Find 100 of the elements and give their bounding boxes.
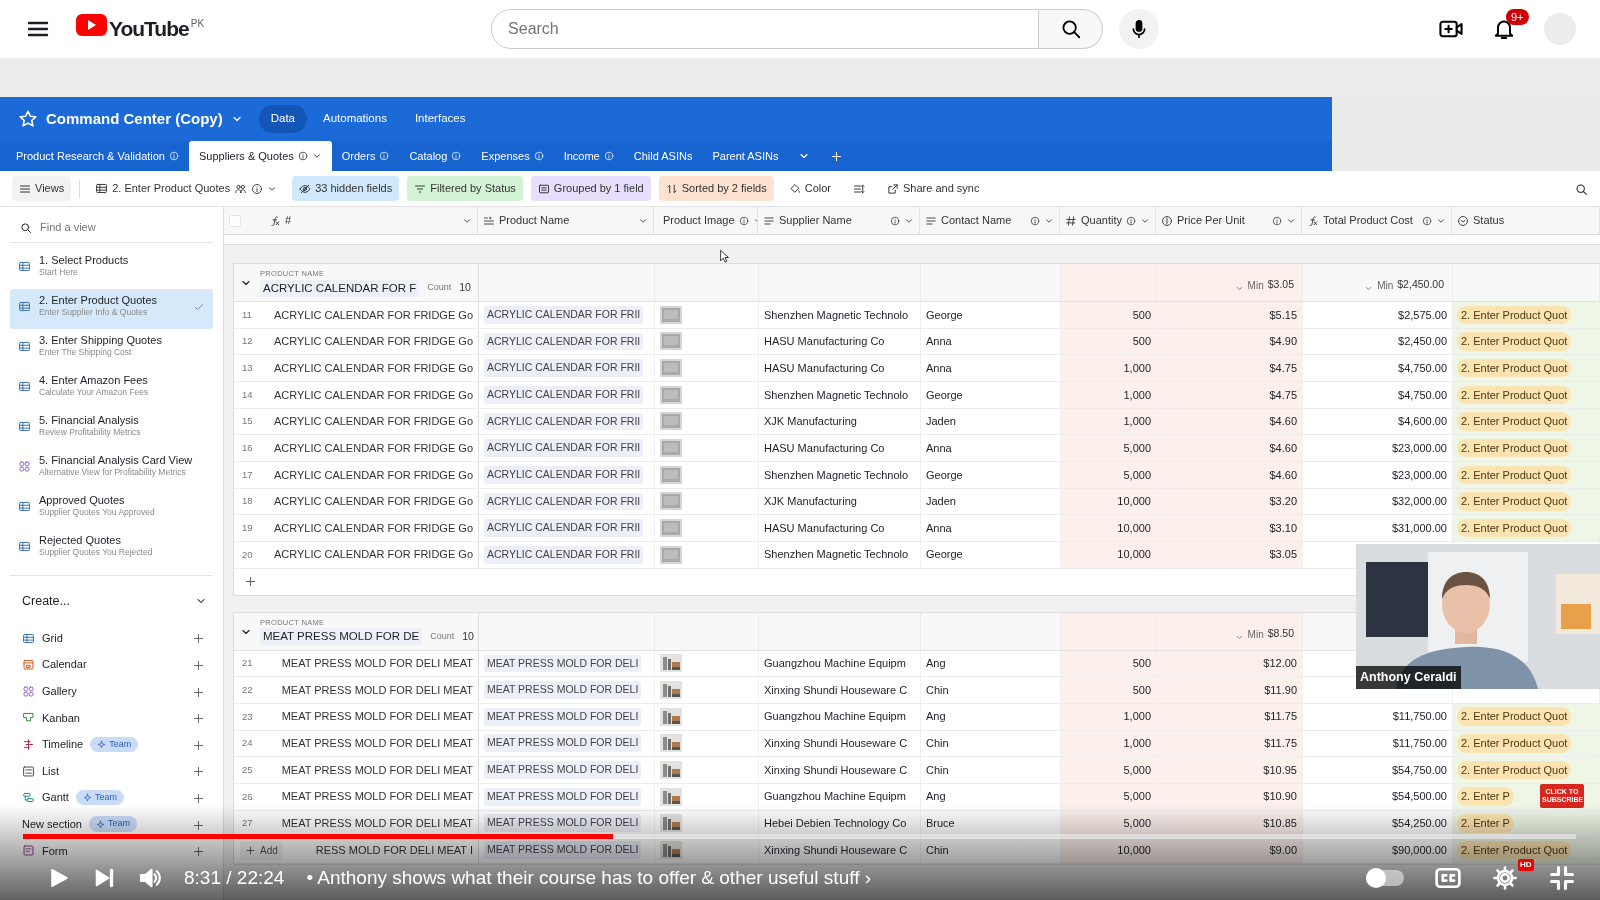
view-name-button[interactable]: 2. Enter Product Quotes: [88, 176, 285, 201]
create-option[interactable]: Kanban: [42, 709, 80, 727]
nav-tab[interactable]: Data: [258, 105, 307, 133]
create-option[interactable]: New section: [22, 815, 82, 833]
logo-text[interactable]: YouTube: [109, 14, 189, 44]
create-heading[interactable]: Create...: [22, 592, 70, 611]
table-cell-text: $90,000.00: [1391, 842, 1447, 858]
linked-record-chip[interactable]: ACRYLIC CALENDAR FOR FRII: [484, 305, 644, 324]
table-tab[interactable]: Orders: [331, 141, 400, 171]
create-option[interactable]: Calendar: [42, 656, 87, 673]
view-subtitle: Enter The Shipping Cost: [39, 347, 133, 358]
table-cell: MEAT PRESS MOLD FOR DELI MEAT: [281, 737, 473, 750]
base-title[interactable]: Command Center (Copy): [46, 107, 223, 131]
linked-record-chip[interactable]: ACRYLIC CALENDAR FOR FRII: [484, 332, 644, 351]
chapter-button[interactable]: • Anthony shows what their course has to offer & other useful stuff ›: [306, 863, 872, 893]
sort-button[interactable]: Sorted by 2 fields: [658, 176, 774, 201]
count-label: Count: [430, 629, 455, 643]
view-item[interactable]: 2. Enter Product Quotes Enter Supplier Info & Quotes: [10, 289, 213, 329]
table-tab[interactable]: Product Research & Validation: [6, 141, 189, 171]
table-cell: MEAT PRESS MOLD FOR DELI MEAT: [281, 683, 473, 696]
create-option[interactable]: Form: [42, 842, 68, 860]
view-item[interactable]: Rejected Quotes Supplier Quotes You Rejected: [10, 529, 213, 569]
view-item[interactable]: 1. Select Products Start Here: [10, 249, 213, 289]
linked-record-chip[interactable]: ACRYLIC CALENDAR FOR FRII: [484, 465, 644, 484]
status-tag: 2. Enter P: [1457, 787, 1514, 806]
linked-record-chip[interactable]: MEAT PRESS MOLD FOR DELI: [484, 681, 642, 699]
table-cell-text: HASU Manufacturing Co: [764, 520, 885, 536]
linked-record-chip[interactable]: MEAT PRESS MOLD FOR DELI: [484, 654, 642, 673]
linked-record-chip[interactable]: MEAT PRESS MOLD FOR DELI: [484, 841, 642, 859]
status-tag: 2. Enter Product Quot: [1457, 734, 1572, 753]
table-cell-text: Ang: [926, 789, 946, 805]
linked-record-chip[interactable]: ACRYLIC CALENDAR FOR FRII: [484, 359, 644, 377]
status-tag: 2. Enter Product Quot: [1457, 358, 1572, 378]
linked-record-chip[interactable]: ACRYLIC CALENDAR FOR FRII: [484, 439, 644, 457]
find-view-field[interactable]: Find a view: [38, 218, 188, 237]
create-option[interactable]: Grid: [42, 629, 63, 647]
create-option[interactable]: Gantt: [42, 789, 69, 806]
table-tab[interactable]: Expenses: [471, 141, 554, 171]
linked-record-chip[interactable]: MEAT PRESS MOLD FOR DELI: [484, 814, 642, 833]
table-cell-text: $32,000.00: [1391, 494, 1447, 510]
views-button[interactable]: Views: [12, 176, 72, 201]
hidden-button[interactable]: 33 hidden fields: [292, 176, 400, 201]
table-cell: 5,000: [1061, 810, 1157, 837]
table-tab[interactable]: Child ASINs: [623, 141, 703, 171]
view-item[interactable]: 4. Enter Amazon Fees Calculate Your Amazon Fees: [10, 369, 213, 409]
table-cell: 1,000: [1061, 408, 1157, 435]
table-tab[interactable]: Catalog: [399, 141, 472, 171]
summary-label[interactable]: Min: [1377, 278, 1394, 293]
column-header[interactable]: Total Product Cost: [1302, 207, 1452, 234]
status-tag: 2. Enter Product Quot: [1457, 707, 1572, 726]
table-tab[interactable]: Income: [553, 141, 624, 171]
column-header[interactable]: Status: [1452, 207, 1600, 234]
summary-label[interactable]: Min: [1247, 626, 1264, 642]
column-header[interactable]: Contact Name: [920, 207, 1060, 234]
row-number: 24: [242, 737, 253, 749]
table-cell: $4.75: [1157, 381, 1303, 408]
create-option[interactable]: Gallery: [42, 683, 77, 700]
linked-record-chip[interactable]: MEAT PRESS MOLD FOR DELI: [484, 787, 642, 806]
table-cell: ACRYLIC CALENDAR FOR FRIDGE Go: [273, 548, 473, 561]
table-cell-text: George: [926, 387, 963, 403]
linked-record-chip[interactable]: MEAT PRESS MOLD FOR DELI: [484, 761, 642, 779]
view-title: 1. Select Products: [39, 254, 130, 267]
table-cell: ACRYLIC CALENDAR FOR FRIDGE Go: [273, 468, 473, 481]
column-header[interactable]: #: [224, 207, 478, 234]
linked-record-chip[interactable]: MEAT PRESS MOLD FOR DELI: [484, 707, 642, 726]
column-header[interactable]: Product Image: [654, 207, 758, 234]
view-item[interactable]: Approved Quotes Supplier Quotes You Approved: [10, 489, 213, 529]
filter-button[interactable]: Filtered by Status: [407, 176, 523, 201]
column-header[interactable]: Price Per Unit: [1156, 207, 1302, 234]
share-button[interactable]: Share and sync: [880, 176, 987, 201]
view-item[interactable]: 5. Financial Analysis Card View Alternative View for Profitability Metrics: [10, 449, 213, 489]
linked-record-chip[interactable]: ACRYLIC CALENDAR FOR FRII: [484, 492, 644, 511]
view-item[interactable]: 3. Enter Shipping Quotes Enter The Shipping Cost: [10, 329, 213, 369]
column-label: Total Product Cost: [1323, 213, 1413, 229]
summary-label[interactable]: Min: [1247, 278, 1264, 293]
table-tab[interactable]: Suppliers & Quotes: [189, 141, 332, 171]
add-button[interactable]: Add: [240, 841, 283, 860]
linked-record-chip[interactable]: ACRYLIC CALENDAR FOR FRII: [484, 545, 644, 564]
linked-record-chip[interactable]: ACRYLIC CALENDAR FOR FRII: [484, 385, 644, 404]
table-cell-text: Shenzhen Magnetic Technolo: [764, 307, 909, 323]
view-item[interactable]: 5. Financial Analysis Review Profitability Metrics: [10, 409, 213, 449]
table-cell: 500: [1061, 650, 1157, 677]
nav-tab[interactable]: Automations: [311, 105, 399, 133]
column-header[interactable]: Supplier Name: [758, 207, 920, 234]
group-button[interactable]: Grouped by 1 field: [530, 176, 651, 201]
linked-record-chip[interactable]: ACRYLIC CALENDAR FOR FRII: [484, 519, 644, 537]
search-field[interactable]: Search: [491, 9, 1040, 49]
create-option[interactable]: List: [42, 762, 60, 780]
count-value: 10: [459, 280, 471, 296]
color-button[interactable]: Color: [781, 176, 838, 201]
create-option[interactable]: Timeline: [42, 736, 84, 753]
nav-tab[interactable]: Interfaces: [402, 105, 478, 133]
status-tag: 2. Enter Product Quot: [1457, 385, 1572, 405]
table-cell-text: George: [926, 307, 963, 323]
column-header[interactable]: Product Name: [478, 207, 654, 234]
linked-record-chip[interactable]: ACRYLIC CALENDAR FOR FRII: [484, 412, 644, 431]
table-tab[interactable]: Parent ASINs: [702, 141, 789, 171]
linked-record-chip[interactable]: MEAT PRESS MOLD FOR DELI: [484, 734, 642, 753]
column-header[interactable]: Quantity: [1060, 207, 1156, 234]
table-cell: 500: [1061, 677, 1157, 703]
